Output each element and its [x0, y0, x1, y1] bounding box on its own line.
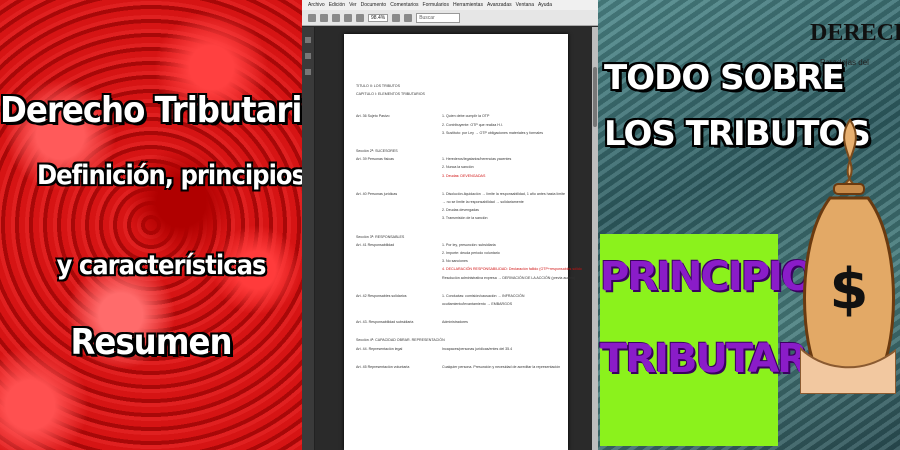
menu-item-documento[interactable]: Documento: [361, 2, 387, 8]
menu-item-ventana[interactable]: Ventana: [516, 2, 534, 8]
document-line: 4. DECLARACIÓN RESPONSABILIDAD: Declarac…: [442, 267, 582, 272]
document-line: Art. 40 Personas jurídicas: [356, 191, 398, 196]
logo-text: DERECHO: [810, 20, 900, 46]
menu-item-avanzadas[interactable]: Avanzadas: [487, 2, 512, 8]
attachments-icon[interactable]: [305, 69, 311, 75]
document-line: 2. Nunca la sanción: [442, 165, 474, 170]
document-line: CAPITULO I: ELEMENTOS TRIBUTARIOS: [356, 92, 425, 97]
print-icon[interactable]: [332, 13, 340, 22]
box-line1: PRINCIPIOS: [600, 254, 842, 300]
left-subtitle-line1: Definición, principios: [36, 160, 302, 191]
zoom-in-icon[interactable]: [404, 13, 413, 22]
menu-bar: Archivo Edición Ver Documento Comentario…: [302, 0, 598, 10]
zoom-out-icon[interactable]: [392, 13, 401, 22]
bag-symbol: $: [830, 257, 869, 322]
document-line: Incapaces/personas jurídicas/entes del 3…: [442, 346, 513, 351]
document-line: 1. Herederos/legatarios/herencias yacent…: [442, 157, 512, 162]
document-line: → no se limite la responsabilidad → soli…: [442, 200, 524, 204]
document-line: Art. 42 Responsables solidarios: [356, 293, 407, 298]
thumbnail-collage: Derecho Tributario Definición, principio…: [0, 0, 900, 450]
document-line: ocultamiento/levantamiento → EMBARGOS: [442, 302, 513, 306]
document-line: Resolución administrativa expresa → DERI…: [442, 275, 576, 280]
document-line: 1. Disolución-liquidación → límite la re…: [442, 191, 566, 196]
document-line: 2. Importe: deuda periodo voluntario: [442, 251, 500, 255]
open-icon[interactable]: [308, 13, 316, 22]
viewer-sidebar: [302, 27, 315, 450]
menu-item-archivo[interactable]: Archivo: [308, 2, 325, 8]
money-bag-icon: $: [800, 118, 896, 394]
document-line: 3. No sanciones: [442, 259, 468, 264]
document-line: 3. Transmisión de la sanción: [442, 216, 488, 221]
next-page-icon[interactable]: [356, 13, 364, 22]
document-line: 2. Contribuyente: OTP que realiza H.I.: [442, 122, 503, 127]
box-line2: TRIBUTARIOS: [600, 336, 880, 382]
search-input[interactable]: Buscar: [416, 12, 461, 23]
prev-page-icon[interactable]: [344, 13, 352, 22]
pages-icon[interactable]: [305, 37, 311, 43]
document-line: Cualquier persona. Presunción y necesida…: [442, 364, 561, 369]
toolbar: 98.4% Buscar: [302, 10, 598, 26]
menu-item-herramientas[interactable]: Herramientas: [453, 2, 483, 8]
menu-item-edicion[interactable]: Edición: [329, 2, 345, 8]
zoom-level[interactable]: 98.4%: [368, 13, 389, 22]
scrollbar-thumb[interactable]: [593, 67, 597, 127]
document-viewer: Archivo Edición Ver Documento Comentario…: [302, 0, 598, 450]
document-line: Sección 2ª: SUCESORES: [356, 149, 398, 153]
document-line: 3. Deudas: DEVENGADAS: [442, 173, 486, 178]
document-line: Administradores: [442, 320, 468, 325]
left-title: Derecho Tributario: [0, 90, 302, 131]
document-line: Art. 41 Responsabilidad: [356, 242, 395, 247]
document-line: Art. 44. Representación legal: [356, 346, 403, 351]
menu-item-formularios[interactable]: Formularios: [423, 2, 449, 8]
menu-item-ver[interactable]: Ver: [349, 2, 357, 8]
document-line: Art. 43. Responsabilidad subsidiaria: [356, 320, 414, 325]
menu-item-ayuda[interactable]: Ayuda: [538, 2, 552, 8]
document-line: TITULO II: LOS TRIBUTOS: [356, 84, 400, 88]
document-line: Sección 4ª: CAPACIDAD OBRAR. REPRESENTAC…: [356, 338, 445, 343]
document-page: TITULO II: LOS TRIBUTOS CAPITULO I: ELEME…: [344, 34, 582, 450]
left-subtitle-line2: y características: [56, 250, 267, 281]
document-line: Art. 45 Representación voluntaria: [356, 364, 410, 369]
left-panel: Derecho Tributario Definición, principio…: [0, 0, 302, 450]
bookmarks-icon[interactable]: [305, 53, 311, 59]
right-panel: DERECHO Paradojas del TODO SOBRE LOS TRI…: [598, 0, 900, 450]
document-line: 2. Deudas devengadas: [442, 208, 479, 213]
document-line: Art. 39 Personas físicas: [356, 157, 394, 162]
heading-line2: LOS TRIBUTOS: [604, 114, 871, 154]
document-line: 1. Quien debe cumplir la OTP: [442, 114, 490, 119]
document-line: Art. 36 Sujeto Pasivo: [356, 114, 390, 119]
document-line: Sección 3ª: RESPONSABLES: [356, 234, 405, 239]
menu-item-comentarios[interactable]: Comentarios: [390, 2, 418, 8]
document-line: 3. Sustituto: por Ley → OTP obligaciones…: [442, 130, 544, 135]
document-line: 1. Conductas: comisión/causación → INFRA…: [442, 293, 525, 298]
document-line: 1. Por ley, presunción: subsidiaria: [442, 242, 496, 247]
save-icon[interactable]: [320, 13, 328, 22]
left-footer: Resumen: [70, 322, 232, 363]
heading-line1: TODO SOBRE: [604, 58, 845, 98]
